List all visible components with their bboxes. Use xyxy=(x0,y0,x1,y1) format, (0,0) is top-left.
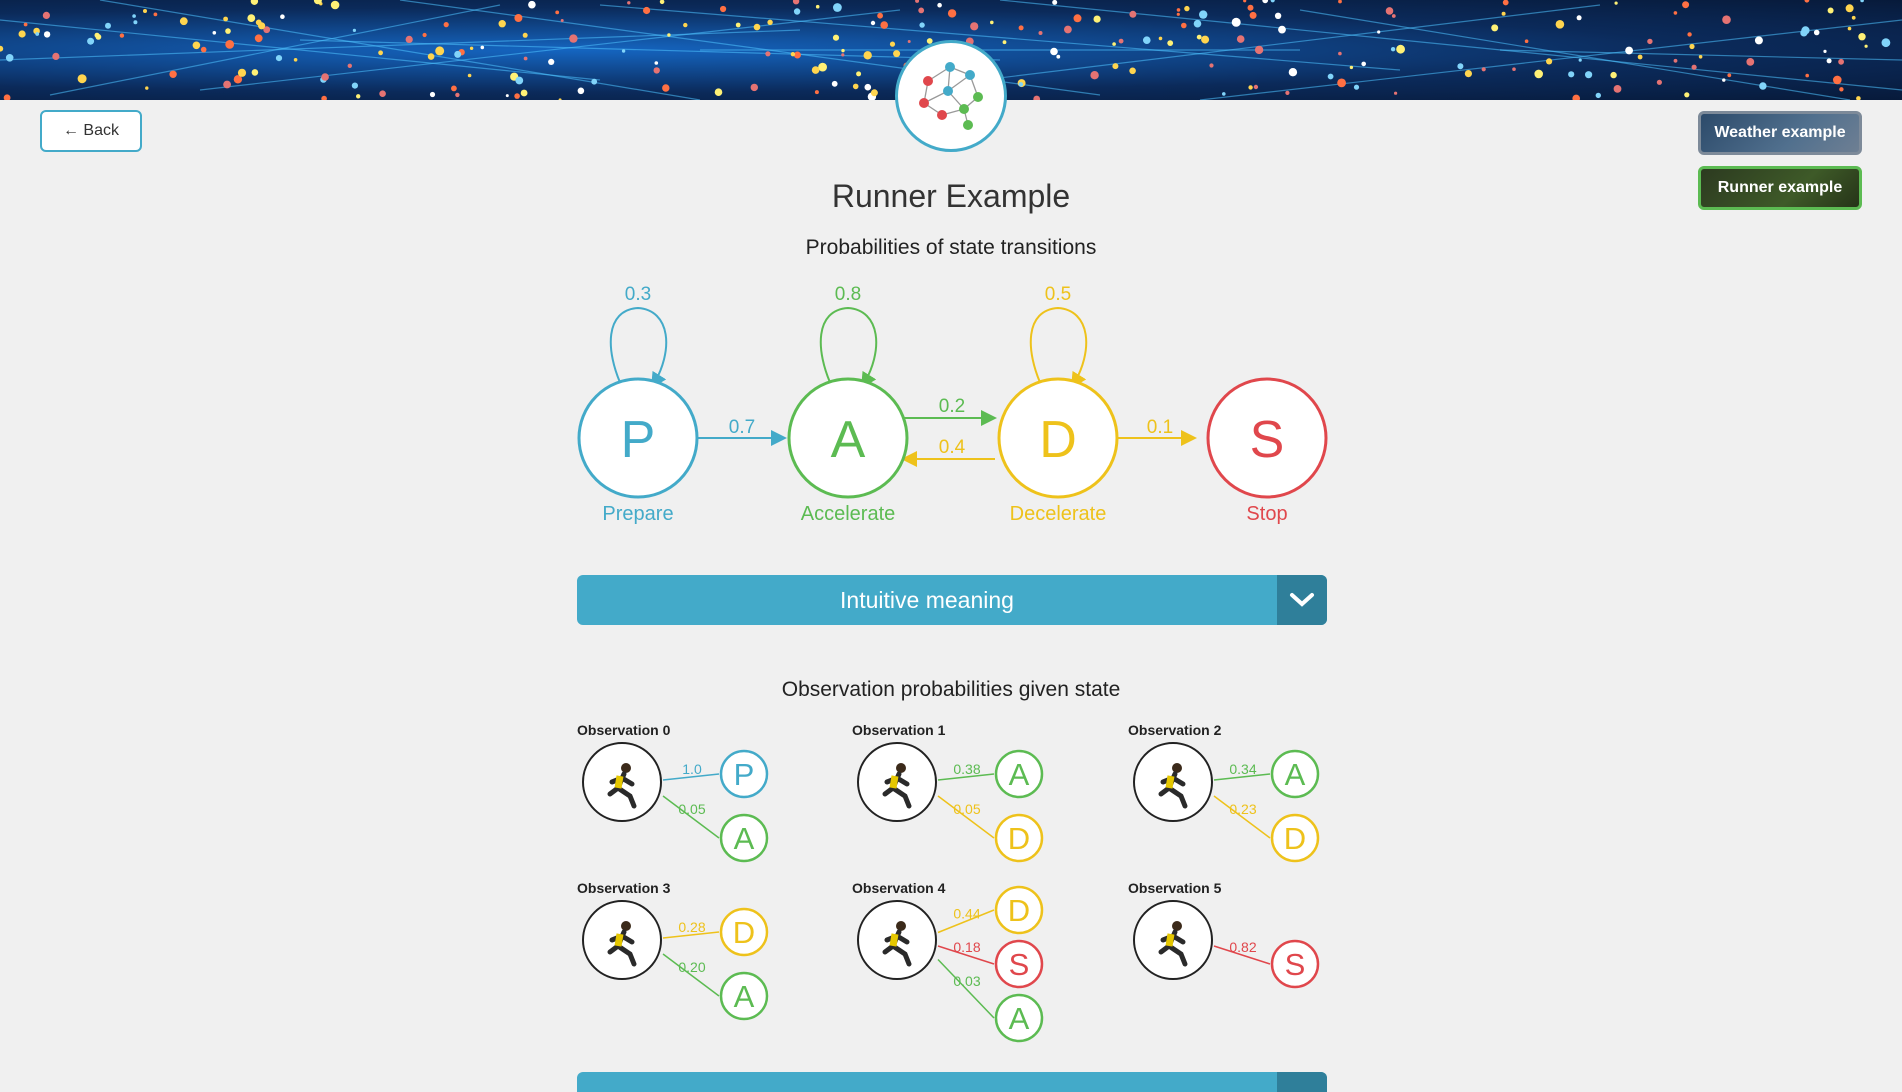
edge-d-a-prob: 0.4 xyxy=(939,437,966,458)
loop-a xyxy=(819,306,878,389)
state-badge-letter: D xyxy=(733,915,755,950)
state-accelerate: A Accelerate xyxy=(787,377,909,525)
observation-prob-label: 1.0 xyxy=(682,761,702,777)
observation-card: Observation 1 0.38 A 0.05 D xyxy=(852,722,1092,863)
state-transition-diagram: 0.3 0.8 0.5 0.7 0.2 0.4 0.1 P Prepare A … xyxy=(577,284,1328,525)
back-button[interactable]: ← Back xyxy=(40,110,142,152)
state-badge-letter: A xyxy=(1009,757,1030,792)
svg-text:Prepare: Prepare xyxy=(602,503,673,525)
observation-card: Observation 5 0.82 S xyxy=(1128,880,1368,1020)
svg-text:Accelerate: Accelerate xyxy=(801,503,896,525)
edge-p-a-prob: 0.7 xyxy=(729,417,755,438)
state-badge-letter: D xyxy=(1008,893,1030,928)
observation-links: 1.0 P 0.05 A xyxy=(662,749,769,863)
observation-link-line xyxy=(937,958,995,1019)
intuitive-meaning-accordion[interactable]: Intuitive meaning xyxy=(577,575,1327,625)
svg-text:A: A xyxy=(831,411,866,469)
neural-network-logo-icon xyxy=(895,40,1007,152)
observation-prob-label: 0.82 xyxy=(1229,939,1256,955)
state-badge-letter: S xyxy=(1285,947,1306,982)
svg-text:S: S xyxy=(1250,411,1285,469)
edge-d-s-prob: 0.1 xyxy=(1147,417,1173,438)
observation-links: 0.82 S xyxy=(1213,939,1320,989)
observation-prob-label: 0.03 xyxy=(953,973,980,989)
observation-prob-label: 0.38 xyxy=(953,761,980,777)
observation-prob-label: 0.34 xyxy=(1229,761,1256,777)
observation-card: Observation 4 0.44 D 0.18 S 0.03 A xyxy=(852,880,1092,1043)
state-badge-letter: P xyxy=(734,757,755,792)
observation-prob-label: 0.05 xyxy=(953,801,980,817)
loop-p-prob: 0.3 xyxy=(625,284,651,305)
state-prepare: P Prepare xyxy=(577,377,699,525)
state-badge-letter: A xyxy=(734,979,755,1014)
weather-example-button[interactable]: Weather example xyxy=(1698,111,1862,155)
observation-prob-label: 0.05 xyxy=(678,801,705,817)
loop-p xyxy=(609,306,668,389)
state-decelerate: D Decelerate xyxy=(997,377,1119,525)
edge-a-d-prob: 0.2 xyxy=(939,396,965,417)
observation-prob-label: 0.20 xyxy=(678,959,705,975)
observation-card: Observation 3 0.28 D 0.20 A xyxy=(577,880,817,1021)
state-badge-letter: A xyxy=(1009,1001,1030,1036)
loop-d-prob: 0.5 xyxy=(1045,284,1071,305)
observation-card: Observation 2 0.34 A 0.23 D xyxy=(1128,722,1368,863)
observation-prob-label: 0.28 xyxy=(678,919,705,935)
loop-d xyxy=(1029,306,1088,389)
state-badge-letter: D xyxy=(1008,821,1030,856)
state-badge-letter: D xyxy=(1284,821,1306,856)
state-badge-letter: A xyxy=(734,821,755,856)
page-title: Runner Example xyxy=(831,178,1071,214)
chevron-down-icon[interactable] xyxy=(1277,575,1327,625)
observation-links: 0.34 A 0.23 D xyxy=(1213,749,1320,863)
svg-text:Decelerate: Decelerate xyxy=(1010,503,1107,525)
state-badge-letter: A xyxy=(1285,757,1306,792)
observation-links: 0.44 D 0.18 S 0.03 A xyxy=(937,885,1044,1043)
observation-prob-label: 0.44 xyxy=(953,905,980,921)
state-stop: S Stop xyxy=(1206,377,1328,525)
observation-prob-label: 0.18 xyxy=(953,939,980,955)
svg-text:P: P xyxy=(621,411,656,469)
observations-title: Observation probabilities given state xyxy=(781,678,1121,701)
state-badge-letter: S xyxy=(1009,947,1030,982)
observation-links: 0.38 A 0.05 D xyxy=(937,749,1044,863)
transitions-title: Probabilities of state transitions xyxy=(805,236,1097,259)
observation-prob-label: 0.23 xyxy=(1229,801,1256,817)
svg-text:Stop: Stop xyxy=(1246,503,1287,525)
accordion-label: Intuitive meaning xyxy=(840,587,1014,613)
observation-card: Observation 0 1.0 P 0.05 A xyxy=(577,722,817,863)
loop-a-prob: 0.8 xyxy=(835,284,861,305)
observation-links: 0.28 D 0.20 A xyxy=(662,907,769,1021)
bottom-accordion[interactable] xyxy=(577,1072,1327,1092)
svg-text:D: D xyxy=(1039,411,1077,469)
